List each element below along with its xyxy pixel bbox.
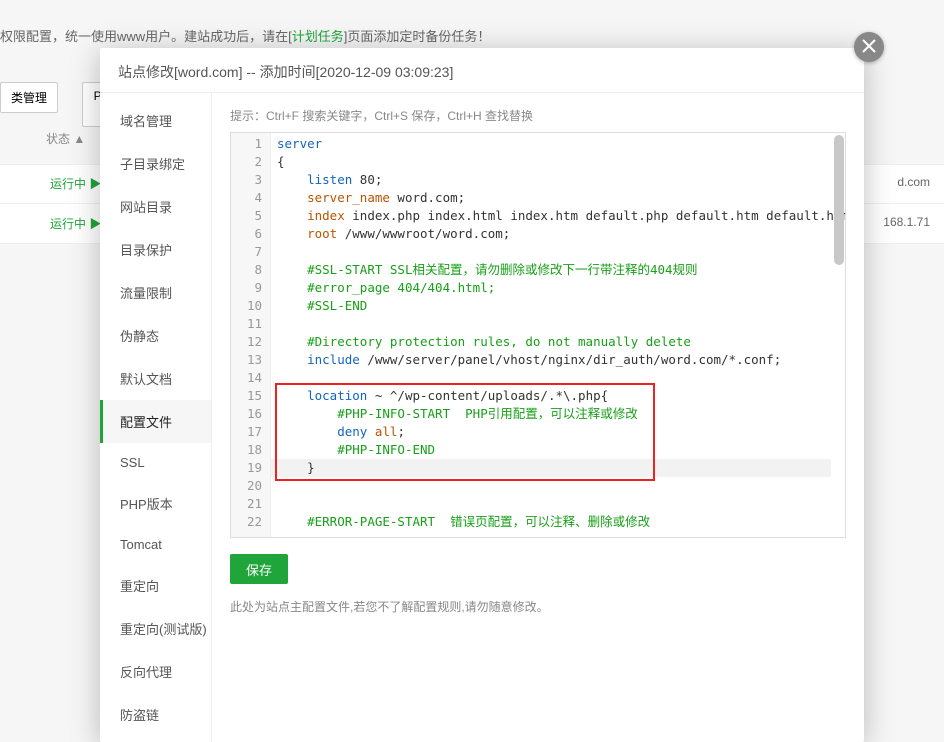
- sidebar-item-13[interactable]: 反向代理: [100, 650, 211, 693]
- notice-text: 权限配置，统一使用www用户。建站成功后，请在[: [0, 29, 292, 44]
- row-domain-frag: d.com: [897, 175, 930, 189]
- sidebar-item-7[interactable]: 配置文件: [100, 400, 211, 443]
- sidebar-item-9[interactable]: PHP版本: [100, 482, 211, 525]
- status-running: 运行中 ▶: [50, 175, 101, 192]
- scrollbar-vertical[interactable]: [834, 135, 844, 265]
- sidebar-item-6[interactable]: 默认文档: [100, 357, 211, 400]
- sidebar-item-14[interactable]: 防盗链: [100, 693, 211, 736]
- code-content[interactable]: server{ listen 80; server_name word.com;…: [271, 133, 831, 531]
- save-button[interactable]: 保存: [230, 554, 288, 584]
- notice-link[interactable]: 计划任务: [292, 29, 344, 44]
- close-button[interactable]: [854, 32, 884, 62]
- sidebar-item-15[interactable]: 响应日志: [100, 736, 211, 742]
- sidebar-item-10[interactable]: Tomcat: [100, 525, 211, 564]
- site-edit-modal: 站点修改[word.com] -- 添加时间[2020-12-09 03:09:…: [100, 48, 864, 742]
- modal-title: 站点修改[word.com] -- 添加时间[2020-12-09 03:09:…: [100, 48, 864, 92]
- config-editor[interactable]: 12345678910111213141516171819202122 serv…: [230, 132, 846, 538]
- close-icon: [862, 39, 876, 56]
- top-notice: 权限配置，统一使用www用户。建站成功后，请在[计划任务]页面添加定时备份任务！: [0, 26, 490, 45]
- bg-button-category[interactable]: 类管理: [0, 82, 58, 113]
- sidebar-item-12[interactable]: 重定向(测试版): [100, 607, 211, 650]
- sidebar-item-3[interactable]: 目录保护: [100, 228, 211, 271]
- sidebar-item-8[interactable]: SSL: [100, 443, 211, 482]
- notice-text-after: ]页面添加定时备份任务！: [344, 29, 491, 44]
- sidebar-item-5[interactable]: 伪静态: [100, 314, 211, 357]
- config-warning: 此处为站点主配置文件,若您不了解配置规则,请勿随意修改。: [230, 598, 846, 615]
- status-running: 运行中 ▶: [50, 215, 101, 232]
- sidebar-item-4[interactable]: 流量限制: [100, 271, 211, 314]
- modal-body: 域名管理子目录绑定网站目录目录保护流量限制伪静态默认文档配置文件SSLPHP版本…: [100, 92, 864, 742]
- sidebar-item-2[interactable]: 网站目录: [100, 185, 211, 228]
- sidebar-item-0[interactable]: 域名管理: [100, 99, 211, 142]
- editor-hint: 提示：Ctrl+F 搜索关键字，Ctrl+S 保存，Ctrl+H 查找替换: [230, 107, 846, 124]
- row-ip-frag: 168.1.71: [883, 215, 930, 229]
- sidebar-item-11[interactable]: 重定向: [100, 564, 211, 607]
- line-number-gutter: 12345678910111213141516171819202122: [231, 133, 271, 537]
- modal-sidebar: 域名管理子目录绑定网站目录目录保护流量限制伪静态默认文档配置文件SSLPHP版本…: [100, 93, 212, 742]
- sidebar-item-1[interactable]: 子目录绑定: [100, 142, 211, 185]
- modal-main: 提示：Ctrl+F 搜索关键字，Ctrl+S 保存，Ctrl+H 查找替换 12…: [212, 93, 864, 742]
- column-status: 状态 ▲: [46, 130, 85, 147]
